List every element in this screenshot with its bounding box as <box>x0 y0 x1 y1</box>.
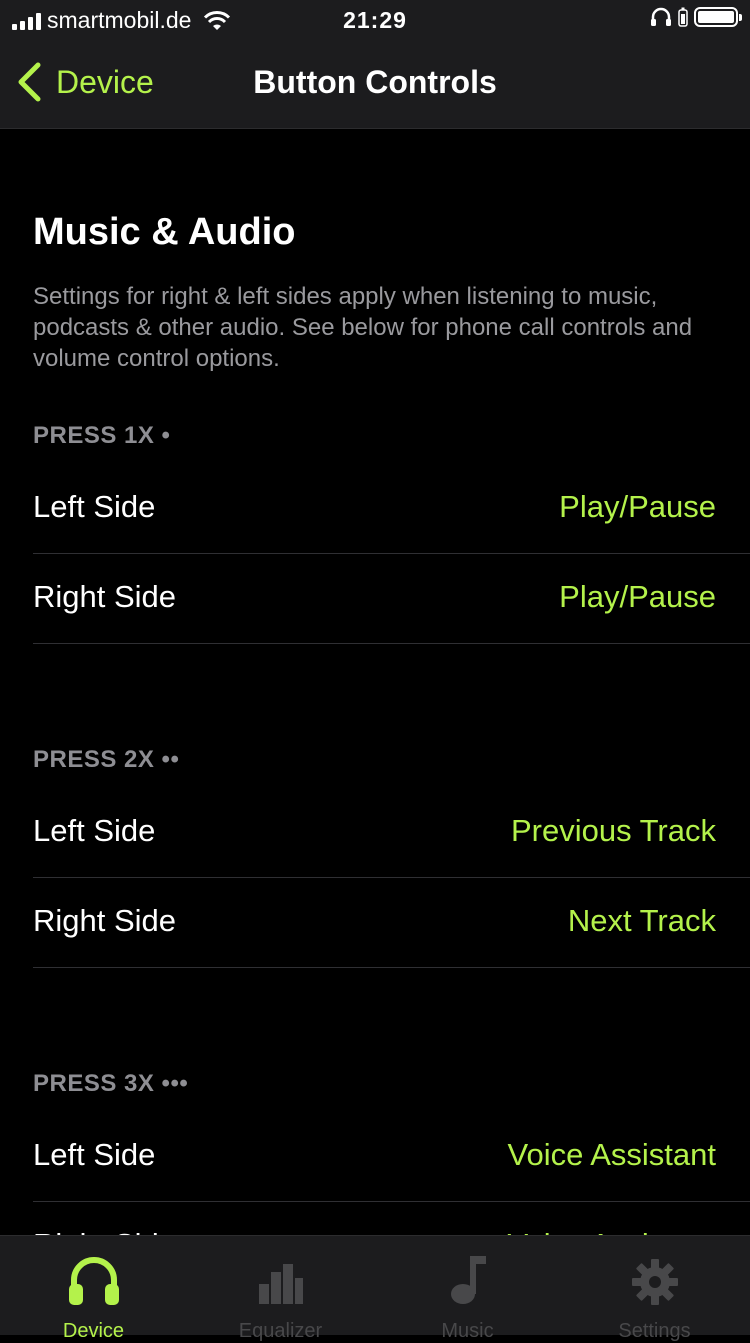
row-label: Right Side <box>33 579 177 614</box>
row-value: Voice Assistant <box>507 1137 716 1172</box>
press-2x-right-row[interactable]: Right Side Next Track <box>33 877 750 968</box>
press-1x-left-row[interactable]: Left Side Play/Pause <box>33 463 750 554</box>
row-label: Left Side <box>33 1137 156 1172</box>
row-label: Left Side <box>33 813 156 848</box>
press-2x-left-row[interactable]: Left Side Previous Track <box>33 787 750 878</box>
battery-icon <box>694 7 742 27</box>
status-bar: smartmobil.de 21:29 <box>0 0 750 40</box>
equalizer-icon <box>258 1264 303 1304</box>
status-time: 21:29 <box>343 7 407 33</box>
gear-icon <box>631 1259 678 1305</box>
tab-music[interactable]: Music <box>374 1250 561 1343</box>
headphones-icon <box>68 1257 119 1305</box>
section-description: Settings for right & left sides apply wh… <box>33 283 693 372</box>
music-note-icon <box>450 1256 486 1304</box>
small-battery-icon <box>678 7 688 27</box>
press-1x-header: PRESS 1X • <box>33 422 171 449</box>
row-label: Left Side <box>33 489 156 524</box>
press-3x-left-row[interactable]: Left Side Voice Assistant <box>33 1111 750 1202</box>
tab-label: Device <box>62 1320 125 1342</box>
row-label: Right Side <box>33 903 177 938</box>
tab-equalizer[interactable]: Equalizer <box>187 1250 374 1343</box>
navigation-bar: Device Button Controls <box>0 40 750 129</box>
row-value: Play/Pause <box>559 579 716 614</box>
tab-bar: Device Equalizer Music Settings <box>0 1235 750 1342</box>
row-value: Play/Pause <box>559 489 716 524</box>
row-value: Next Track <box>567 903 716 938</box>
tab-label: Equalizer <box>238 1320 323 1342</box>
tab-settings[interactable]: Settings <box>561 1250 748 1343</box>
tab-label: Settings <box>618 1320 691 1342</box>
tab-label: Music <box>441 1320 494 1342</box>
row-value: Previous Track <box>510 813 716 848</box>
press-3x-header: PRESS 3X ••• <box>33 1070 189 1097</box>
section-title: Music & Audio <box>33 211 296 253</box>
press-1x-right-row[interactable]: Right Side Play/Pause <box>33 553 750 644</box>
status-right <box>650 7 742 27</box>
press-2x-header: PRESS 2X •• <box>33 746 180 773</box>
tab-device[interactable]: Device <box>0 1250 187 1343</box>
page-title: Button Controls <box>253 64 497 100</box>
headphones-status-icon <box>651 7 671 26</box>
